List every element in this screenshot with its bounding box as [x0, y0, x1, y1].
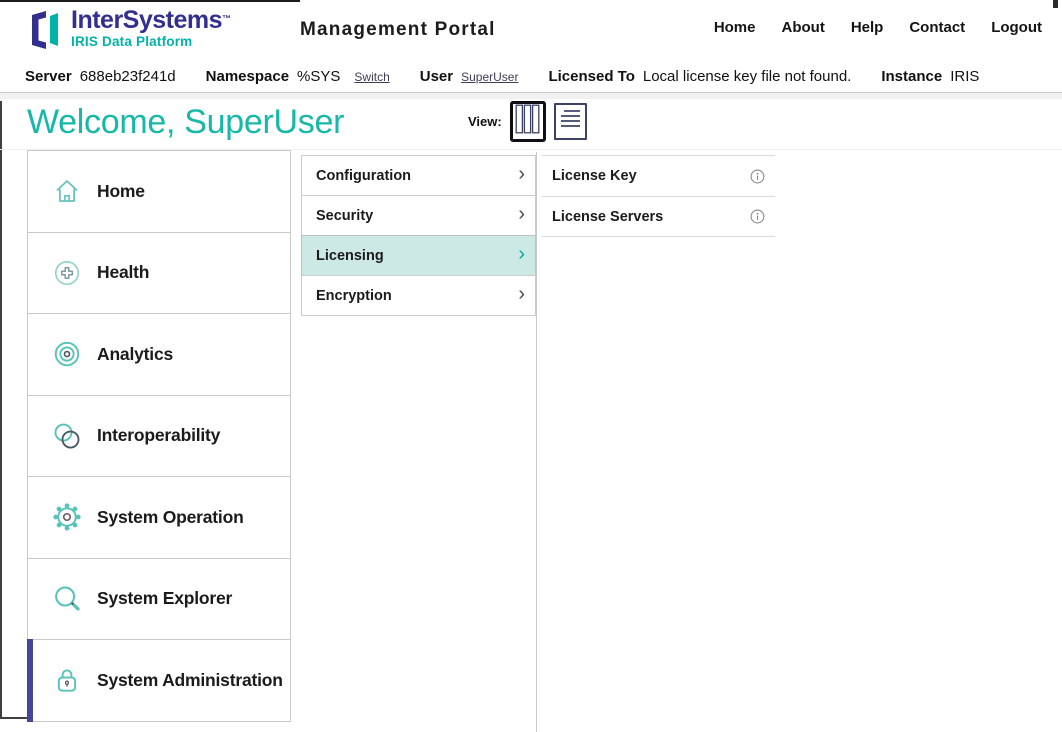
server-label: Server — [25, 68, 72, 85]
info-icon[interactable] — [750, 169, 765, 184]
menu-area: Home Health — [0, 145, 1062, 732]
sidebar-item-label: Health — [97, 262, 149, 283]
user-label: User — [420, 68, 453, 85]
menu-item-encryption[interactable]: Encryption › — [301, 275, 536, 316]
management-portal-window: InterSystems™ IRIS Data Platform Managem… — [0, 0, 1062, 732]
analytics-icon — [52, 339, 82, 369]
menu-item-label: Configuration — [316, 168, 518, 184]
column-divider — [536, 152, 537, 732]
switch-namespace-link[interactable]: Switch — [354, 70, 389, 84]
home-icon — [52, 176, 82, 206]
menu-item-license-servers[interactable]: License Servers — [542, 196, 775, 237]
sidebar-item-label: Analytics — [97, 344, 173, 365]
view-label: View: — [468, 114, 502, 129]
submenu-level2: Configuration › Security › Licensing › E… — [301, 155, 536, 316]
sidebar-item-system-explorer[interactable]: System Explorer — [27, 558, 291, 641]
sidebar-item-health[interactable]: Health — [27, 232, 291, 315]
header: InterSystems™ IRIS Data Platform Managem… — [0, 0, 1062, 60]
info-icon[interactable] — [750, 209, 765, 224]
licensed-to-label: Licensed To — [548, 68, 634, 85]
licensed-to-info: Licensed To Local license key file not f… — [548, 68, 851, 85]
menu-item-license-key[interactable]: License Key — [542, 155, 775, 196]
menu-item-label: License Key — [552, 168, 750, 184]
sidebar-item-analytics[interactable]: Analytics — [27, 313, 291, 396]
server-info-bar: Server 688eb23f241d Namespace %SYS Switc… — [0, 60, 1062, 93]
menu-item-label: Licensing — [316, 248, 518, 264]
interoperability-icon — [52, 421, 82, 451]
intersystems-logo: InterSystems™ IRIS Data Platform — [25, 7, 231, 58]
instance-value: IRIS — [950, 68, 979, 85]
intersystems-logo-icon — [25, 7, 63, 58]
chevron-right-icon: › — [518, 284, 525, 307]
sidebar-item-interoperability[interactable]: Interoperability — [27, 395, 291, 478]
chevron-right-icon: › — [518, 204, 525, 227]
columns-view-icon — [515, 104, 540, 139]
system-explorer-icon — [52, 584, 82, 614]
columns-view-button[interactable] — [510, 101, 546, 142]
namespace-value: %SYS — [297, 68, 340, 85]
sidebar-item-label: System Operation — [97, 507, 244, 528]
sidebar-item-label: System Administration — [97, 670, 283, 691]
health-icon — [52, 258, 82, 288]
licensed-to-value: Local license key file not found. — [643, 68, 851, 85]
user-info: User SuperUser — [420, 68, 519, 85]
menu-item-configuration[interactable]: Configuration › — [301, 155, 536, 196]
user-profile-link[interactable]: SuperUser — [461, 70, 518, 84]
nav-link-logout[interactable]: Logout — [991, 19, 1042, 36]
menu-item-label: Encryption — [316, 288, 518, 304]
sidebar-item-label: Home — [97, 181, 145, 202]
menu-item-label: License Servers — [552, 209, 750, 225]
system-operation-icon — [52, 502, 82, 532]
sidebar-item-home[interactable]: Home — [27, 150, 291, 233]
welcome-heading: Welcome, SuperUser — [27, 103, 344, 142]
sidebar-item-label: Interoperability — [97, 425, 220, 446]
server-value: 688eb23f241d — [80, 68, 176, 85]
menu-item-label: Security — [316, 208, 518, 224]
welcome-bar: Welcome, SuperUser View: — [0, 99, 1062, 150]
sidebar-menu: Home Health — [27, 150, 291, 722]
namespace-label: Namespace — [206, 68, 289, 85]
active-selection-bar — [27, 639, 33, 722]
nav-link-help[interactable]: Help — [851, 19, 884, 36]
server-info: Server 688eb23f241d — [25, 68, 176, 85]
chevron-right-icon: › — [518, 244, 525, 267]
menu-item-licensing[interactable]: Licensing › — [301, 235, 536, 276]
nav-link-contact[interactable]: Contact — [909, 19, 965, 36]
namespace-info: Namespace %SYS Switch — [206, 68, 390, 85]
chevron-right-icon: › — [518, 164, 525, 187]
logo-brand-text: InterSystems™ — [71, 7, 231, 33]
submenu-level3: License Key License Servers — [542, 155, 775, 237]
view-switcher: View: — [468, 101, 587, 142]
sidebar-item-system-administration[interactable]: System Administration — [27, 639, 291, 722]
page-title: Management Portal — [300, 19, 496, 41]
sidebar-item-system-operation[interactable]: System Operation — [27, 476, 291, 559]
logo-subtitle-text: IRIS Data Platform — [71, 34, 231, 49]
top-nav: Home About Help Contact Logout — [714, 19, 1042, 36]
list-view-button[interactable] — [554, 103, 587, 140]
nav-link-about[interactable]: About — [782, 19, 825, 36]
sidebar-item-label: System Explorer — [97, 588, 232, 609]
menu-item-security[interactable]: Security › — [301, 195, 536, 236]
system-administration-icon — [52, 665, 82, 695]
instance-info: Instance IRIS — [881, 68, 979, 85]
nav-link-home[interactable]: Home — [714, 19, 756, 36]
list-view-icon — [558, 106, 583, 137]
instance-label: Instance — [881, 68, 942, 85]
